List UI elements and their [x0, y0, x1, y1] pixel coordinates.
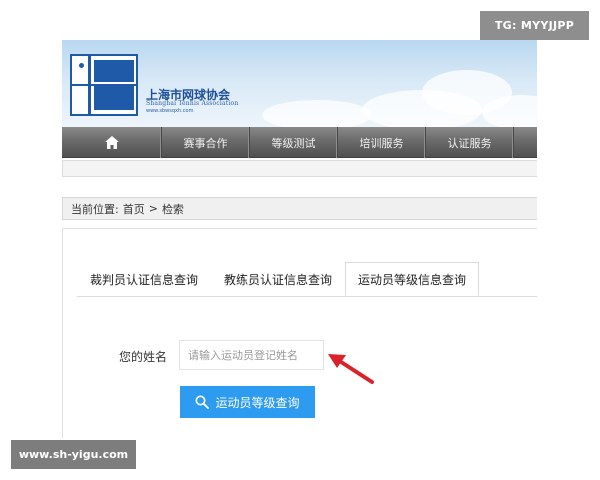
content-top-divider — [62, 228, 537, 229]
nav-home[interactable] — [62, 127, 162, 158]
watermark-top-right: TG: MYYJJPP — [480, 11, 589, 40]
page: 上海市网球协会 Shanghai Tennis Association www.… — [0, 0, 600, 480]
name-label: 您的姓名 — [119, 350, 168, 364]
athlete-name-input[interactable] — [179, 340, 324, 370]
query-tabs: 裁判员认证信息查询 教练员认证信息查询 运动员等级信息查询 — [77, 262, 480, 296]
nav-item-level-test[interactable]: 等级测试 — [250, 127, 338, 158]
main-nav: 赛事合作 等级测试 培训服务 认证服务 — [62, 127, 537, 158]
breadcrumb-label: 当前位置: — [71, 202, 119, 216]
breadcrumb-home-link[interactable]: 首页 — [123, 201, 145, 217]
sub-bar — [62, 160, 537, 177]
nav-item-training[interactable]: 培训服务 — [338, 127, 426, 158]
content-left-border — [62, 228, 63, 438]
breadcrumb-current: 检索 — [161, 202, 184, 216]
search-icon — [195, 395, 210, 409]
watermark-bottom-left: www.sh-yigu.com — [11, 440, 136, 469]
nav-item-certification[interactable]: 认证服务 — [426, 127, 514, 158]
athlete-level-search-button[interactable]: 运动员等级查询 — [180, 386, 315, 418]
search-button-label: 运动员等级查询 — [215, 395, 300, 410]
tab-referee-query[interactable]: 裁判员认证信息查询 — [77, 262, 211, 296]
nav-item-events[interactable]: 赛事合作 — [162, 127, 250, 158]
org-url: www.sbwsqxh.com — [146, 108, 194, 114]
red-arrow-icon — [328, 354, 374, 384]
association-logo[interactable] — [70, 54, 138, 116]
header-banner: 上海市网球协会 Shanghai Tennis Association www.… — [62, 40, 537, 127]
org-name-en: Shanghai Tennis Association — [146, 100, 239, 107]
tab-coach-query[interactable]: 教练员认证信息查询 — [211, 262, 345, 296]
tabs-divider — [77, 296, 537, 297]
tennis-ball-icon — [77, 61, 86, 70]
breadcrumb: 当前位置: 首页 > 检索 — [62, 197, 537, 220]
breadcrumb-separator: > — [148, 202, 158, 215]
home-icon — [104, 136, 119, 149]
tab-athlete-level-query[interactable]: 运动员等级信息查询 — [345, 262, 480, 296]
